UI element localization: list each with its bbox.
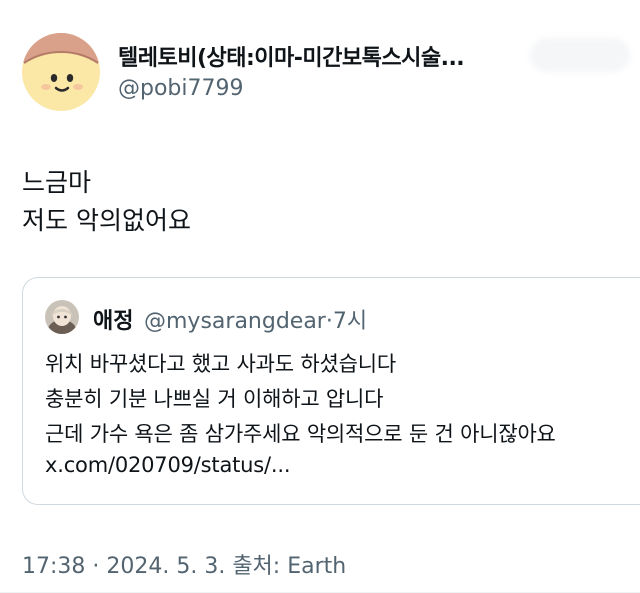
dot-separator: · bbox=[325, 309, 333, 334]
quoted-time: 7시 bbox=[332, 309, 368, 334]
quoted-author-handle: @mysarangdear bbox=[144, 309, 326, 334]
quoted-text-line-2: 충분히 기분 나쁘실 거 이해하고 압니다 bbox=[45, 387, 384, 411]
tweet-text-line-2: 저도 악의없어요 bbox=[22, 206, 191, 235]
author-display-name[interactable]: 텔레토비(상태:이마-미간보톡스시술... bbox=[118, 40, 465, 72]
quoted-text-line-3: 근데 가수 욕은 좀 삼가주세요 악의적으로 둔 건 아니잖아요 bbox=[45, 422, 556, 446]
quoted-author-handle-time[interactable]: @mysarangdear·7시 bbox=[144, 303, 367, 335]
follow-button-blurred[interactable] bbox=[530, 38, 630, 72]
tweet-timestamp-source[interactable]: 17:38 · 2024. 5. 3. 출처: Earth bbox=[22, 548, 346, 580]
quoted-author-name[interactable]: 애정 bbox=[93, 303, 133, 335]
sun-face-avatar-icon bbox=[22, 33, 100, 111]
author-handle[interactable]: @pobi7799 bbox=[118, 76, 244, 101]
quoted-link[interactable]: x.com/020709/status/... bbox=[45, 453, 291, 477]
quoted-text-line-1: 위치 바꾸셨다고 했고 사과도 하셨습니다 bbox=[45, 352, 396, 376]
anime-portrait-avatar-icon bbox=[45, 300, 79, 334]
quoted-author-avatar[interactable] bbox=[45, 300, 79, 334]
tweet-text-line-1: 느금마 bbox=[22, 168, 92, 197]
quoted-tweet[interactable]: 애정 @mysarangdear·7시 위치 바꾸셨다고 했고 사과도 하셨습니… bbox=[22, 277, 640, 505]
author-avatar[interactable] bbox=[22, 33, 100, 111]
